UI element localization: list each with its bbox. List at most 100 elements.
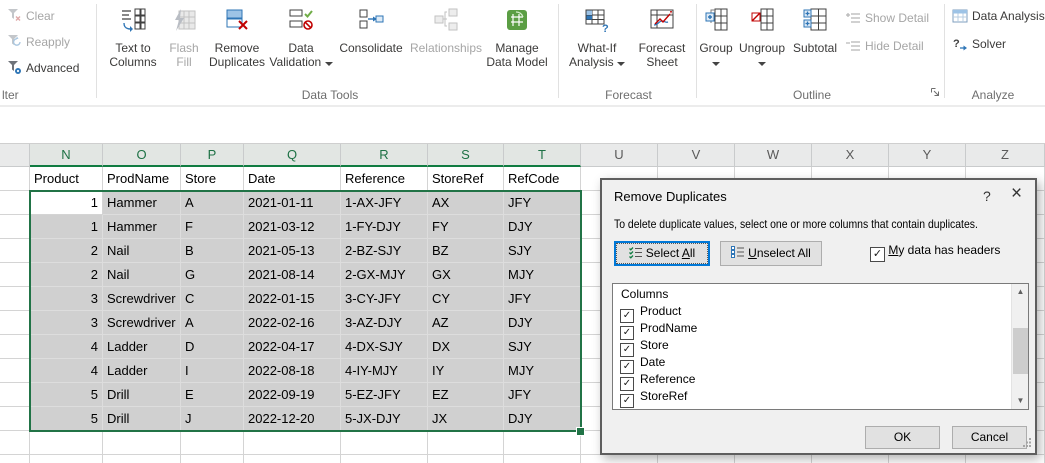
cell[interactable]: Product xyxy=(30,167,103,191)
cell[interactable] xyxy=(181,431,244,455)
cell[interactable] xyxy=(658,455,735,463)
select-all-button[interactable]: Select All xyxy=(614,241,710,266)
group-button[interactable]: Group xyxy=(697,3,735,99)
cell[interactable]: 2 xyxy=(30,239,103,263)
cell[interactable]: 2022-02-16 xyxy=(244,311,341,335)
cell[interactable]: 3-AZ-DJY xyxy=(341,311,428,335)
column-header-Z[interactable]: Z xyxy=(966,144,1045,167)
checkbox-checked-icon[interactable]: ✓ xyxy=(620,394,634,408)
cell[interactable]: StoreRef xyxy=(428,167,504,191)
gutter-cell[interactable] xyxy=(0,311,30,335)
reapply-filter-button[interactable]: Reapply xyxy=(6,32,70,52)
cell[interactable]: JX xyxy=(428,407,504,431)
listbox-scrollbar[interactable]: ▲ ▼ xyxy=(1011,284,1028,409)
manage-data-model-button[interactable]: Manage Data Model xyxy=(481,3,553,99)
dialog-help-button[interactable]: ? xyxy=(983,188,991,204)
cell[interactable]: 2-BZ-SJY xyxy=(341,239,428,263)
cell[interactable]: 2021-05-13 xyxy=(244,239,341,263)
cell[interactable] xyxy=(244,431,341,455)
cell[interactable]: Screwdriver xyxy=(103,287,181,311)
gutter-cell[interactable] xyxy=(0,455,30,463)
cell[interactable]: 2021-08-14 xyxy=(244,263,341,287)
cell[interactable] xyxy=(812,455,889,463)
cell[interactable] xyxy=(341,455,428,463)
cell[interactable]: AZ xyxy=(428,311,504,335)
cell[interactable]: A xyxy=(181,191,244,215)
scrollbar-thumb[interactable] xyxy=(1013,328,1028,374)
cell[interactable]: Drill xyxy=(103,407,181,431)
column-option-StoreRef[interactable]: ✓StoreRef xyxy=(620,389,687,408)
remove-duplicates-button[interactable]: Remove Duplicates xyxy=(206,3,268,99)
resize-grip-icon[interactable] xyxy=(1023,436,1032,450)
cell[interactable]: IY xyxy=(428,359,504,383)
cell[interactable] xyxy=(341,431,428,455)
cell[interactable]: I xyxy=(181,359,244,383)
cell[interactable]: 4-IY-MJY xyxy=(341,359,428,383)
cell[interactable]: DJY xyxy=(504,407,581,431)
cell[interactable]: CY xyxy=(428,287,504,311)
column-header-X[interactable]: X xyxy=(812,144,889,167)
cell[interactable] xyxy=(103,455,181,463)
cell[interactable]: Hammer xyxy=(103,215,181,239)
column-header-W[interactable]: W xyxy=(735,144,812,167)
cell[interactable]: DJY xyxy=(504,215,581,239)
cell[interactable] xyxy=(181,455,244,463)
cell[interactable]: Reference xyxy=(341,167,428,191)
column-header-R[interactable]: R xyxy=(341,144,428,167)
cell[interactable]: F xyxy=(181,215,244,239)
cell[interactable]: GX xyxy=(428,263,504,287)
gutter-cell[interactable] xyxy=(0,335,30,359)
fill-handle[interactable] xyxy=(576,427,585,436)
cell[interactable] xyxy=(966,455,1045,463)
flash-fill-button[interactable]: Flash Fill xyxy=(163,3,205,99)
cell[interactable] xyxy=(889,455,966,463)
gutter-cell[interactable] xyxy=(0,215,30,239)
cell[interactable]: RefCode xyxy=(504,167,581,191)
cell[interactable] xyxy=(581,455,658,463)
cell[interactable]: JFY xyxy=(504,191,581,215)
data-analysis-button[interactable]: Data Analysis xyxy=(952,6,1045,26)
cell[interactable]: 2021-01-11 xyxy=(244,191,341,215)
gutter-cell[interactable] xyxy=(0,431,30,455)
cell[interactable]: 2-GX-MJY xyxy=(341,263,428,287)
cell[interactable]: 3 xyxy=(30,287,103,311)
data-validation-button[interactable]: Data Validation xyxy=(268,3,334,99)
cell[interactable]: 3 xyxy=(30,311,103,335)
cell[interactable]: J xyxy=(181,407,244,431)
cell[interactable]: Drill xyxy=(103,383,181,407)
clear-filter-button[interactable]: Clear xyxy=(6,6,55,26)
cell[interactable] xyxy=(103,431,181,455)
forecast-sheet-button[interactable]: Forecast Sheet xyxy=(631,3,693,99)
cell[interactable]: G xyxy=(181,263,244,287)
scroll-down-icon[interactable]: ▼ xyxy=(1012,393,1029,409)
cell[interactable]: Date xyxy=(244,167,341,191)
cell[interactable]: D xyxy=(181,335,244,359)
what-if-analysis-button[interactable]: ? What-If Analysis xyxy=(564,3,630,99)
outline-dialog-launcher[interactable] xyxy=(930,87,941,101)
cell[interactable]: 1 xyxy=(30,215,103,239)
text-to-columns-button[interactable]: Text to Columns xyxy=(104,3,162,99)
subtotal-button[interactable]: Subtotal xyxy=(789,3,841,99)
column-header-V[interactable]: V xyxy=(658,144,735,167)
gutter-cell[interactable] xyxy=(0,383,30,407)
show-detail-button[interactable]: Show Detail xyxy=(845,8,929,28)
cell[interactable]: ProdName xyxy=(103,167,181,191)
cell[interactable]: 3-CY-JFY xyxy=(341,287,428,311)
cell[interactable] xyxy=(428,455,504,463)
unselect-all-button[interactable]: Unselect All xyxy=(720,241,822,266)
active-cell[interactable]: 1 xyxy=(30,191,103,215)
cell[interactable]: B xyxy=(181,239,244,263)
column-header-N[interactable]: N xyxy=(30,144,103,167)
cell[interactable]: 2022-08-18 xyxy=(244,359,341,383)
ungroup-button[interactable]: Ungroup xyxy=(735,3,789,99)
cell[interactable] xyxy=(504,431,581,455)
advanced-filter-button[interactable]: Advanced xyxy=(6,58,79,78)
column-header-U[interactable]: U xyxy=(581,144,658,167)
cell[interactable]: 4 xyxy=(30,359,103,383)
solver-button[interactable]: ? Solver xyxy=(952,34,1006,54)
cell[interactable]: Hammer xyxy=(103,191,181,215)
cell[interactable]: 2 xyxy=(30,263,103,287)
gutter-cell[interactable] xyxy=(0,167,30,191)
my-data-has-headers-checkbox[interactable]: ✓ My data has headers xyxy=(870,243,1000,262)
gutter-cell[interactable] xyxy=(0,263,30,287)
